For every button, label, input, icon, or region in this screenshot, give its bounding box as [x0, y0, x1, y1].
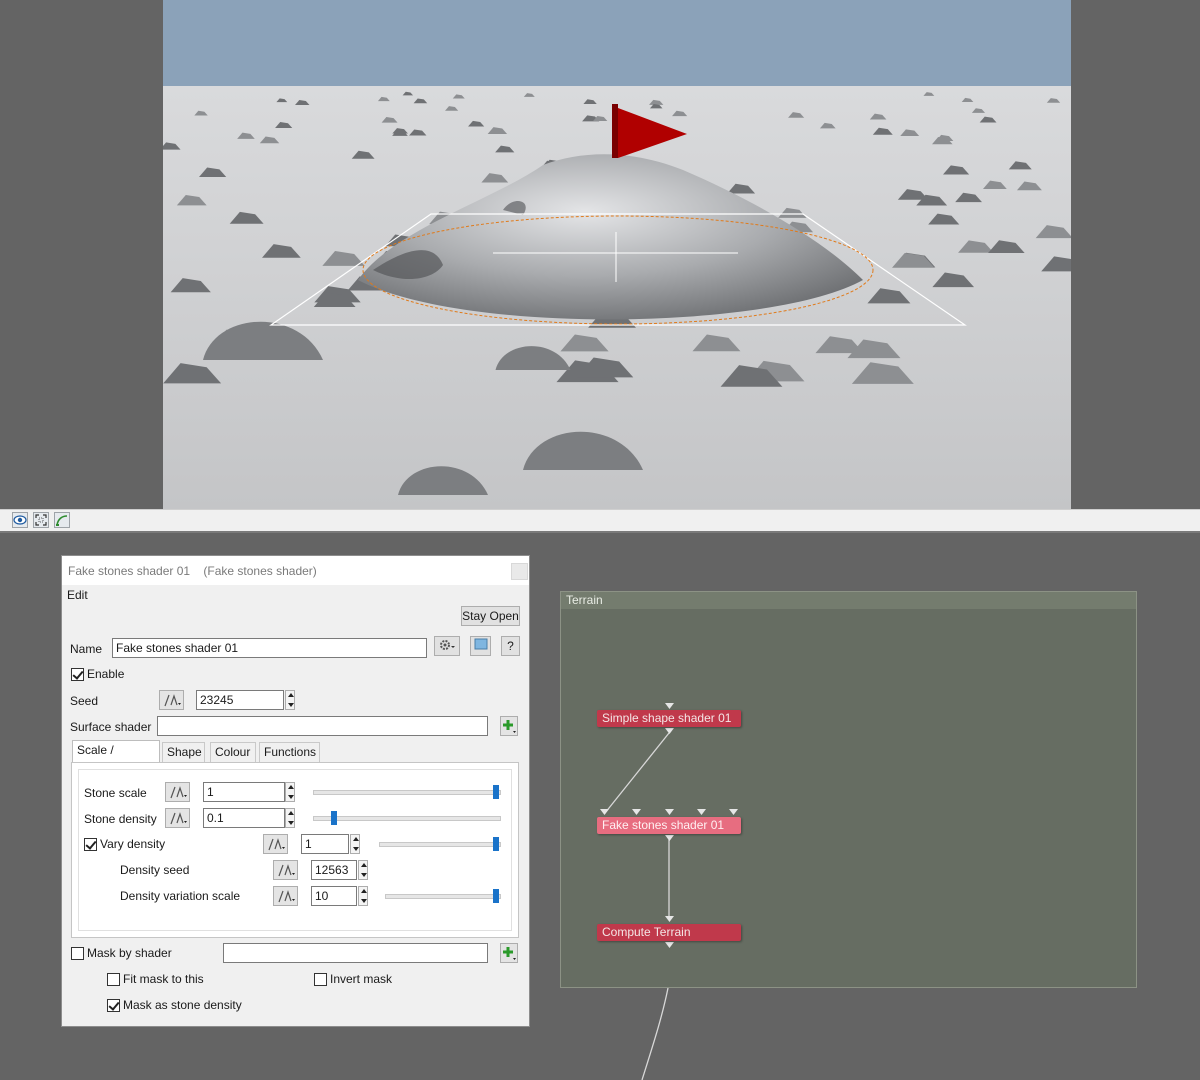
- node-label: Compute Terrain: [602, 925, 691, 939]
- density-variation-scale-slider[interactable]: [385, 894, 501, 899]
- function-icon[interactable]: [273, 886, 298, 906]
- vary-density-thumb[interactable]: [493, 837, 499, 851]
- node-simple-shape-shader[interactable]: Simple shape shader 01: [597, 710, 741, 727]
- mask-by-shader-label: Mask by shader: [87, 946, 172, 960]
- stay-open-label: Stay Open: [462, 609, 519, 623]
- mask-shader-field[interactable]: [223, 943, 488, 963]
- invert-mask-label: Invert mask: [330, 972, 393, 986]
- vary-density-spinner[interactable]: [350, 834, 360, 854]
- viewport-toolbar: [0, 509, 1200, 532]
- node-compute-terrain[interactable]: Compute Terrain: [597, 924, 741, 941]
- density-seed-label: Density seed: [120, 863, 190, 877]
- function-icon[interactable]: [165, 808, 190, 828]
- node-label: Simple shape shader 01: [602, 711, 732, 725]
- density-variation-scale-spinner[interactable]: [358, 886, 368, 906]
- mask-by-shader-checkbox[interactable]: [71, 947, 84, 960]
- name-label: Name: [70, 642, 103, 656]
- tab-shape[interactable]: Shape: [162, 742, 205, 762]
- node-fake-stones-shader[interactable]: Fake stones shader 01: [597, 817, 741, 834]
- function-icon[interactable]: [263, 834, 288, 854]
- dialog-titlebar[interactable]: Fake stones shader 01 (Fake stones shade…: [62, 556, 529, 585]
- tab-panel: Stone scale 1 Stone density 0.1 Vary den…: [71, 762, 519, 938]
- stone-scale-input[interactable]: 1: [203, 782, 285, 802]
- divider: [0, 531, 1200, 533]
- tab-panel-inner: Stone scale 1 Stone density 0.1 Vary den…: [78, 769, 512, 931]
- stone-density-input[interactable]: 0.1: [203, 808, 285, 828]
- terrain-render: [163, 0, 1071, 509]
- seed-label: Seed: [70, 694, 99, 708]
- menu-edit-label: Edit: [67, 588, 88, 602]
- tab-functions[interactable]: Functions: [259, 742, 320, 762]
- stone-scale-thumb[interactable]: [493, 785, 499, 799]
- stay-open-button[interactable]: Stay Open: [461, 606, 520, 626]
- stone-scale-label: Stone scale: [84, 786, 147, 800]
- 3d-viewport[interactable]: [163, 0, 1071, 509]
- seed-spinner[interactable]: [285, 690, 295, 710]
- tab-scale-density[interactable]: Scale / Density: [72, 740, 160, 776]
- node-network-panel[interactable]: Terrain Simple shape shader 01 Fake ston…: [560, 591, 1137, 988]
- vary-density-label: Vary density: [100, 837, 166, 851]
- enable-label: Enable: [87, 667, 125, 681]
- shader-dialog: Fake stones shader 01 (Fake stones shade…: [61, 555, 530, 1027]
- help-button[interactable]: ?: [501, 636, 520, 656]
- tab-colour[interactable]: Colour: [210, 742, 256, 762]
- tab-label: Colour: [215, 745, 251, 759]
- preview-icon[interactable]: [470, 636, 491, 656]
- vary-density-input[interactable]: 1: [301, 834, 349, 854]
- dialog-title: Fake stones shader 01 (Fake stones shade…: [68, 564, 317, 578]
- output-connection: [641, 988, 669, 1080]
- node-label: Fake stones shader 01: [602, 818, 725, 832]
- invert-mask-checkbox[interactable]: [314, 973, 327, 986]
- mask-as-density-checkbox[interactable]: [107, 999, 120, 1012]
- fit-mask-label: Fit mask to this: [123, 972, 204, 986]
- tab-label: Shape: [167, 745, 202, 759]
- vary-density-checkbox[interactable]: [84, 838, 97, 851]
- stone-scale-slider[interactable]: [313, 790, 501, 795]
- surface-shader-label: Surface shader: [70, 720, 152, 734]
- enable-checkbox[interactable]: [71, 668, 84, 681]
- density-variation-scale-label: Density variation scale: [120, 889, 241, 903]
- surface-shader-field[interactable]: [157, 716, 488, 736]
- stone-density-slider[interactable]: [313, 816, 501, 821]
- stone-density-spinner[interactable]: [285, 808, 295, 828]
- mask-as-density-label: Mask as stone density: [123, 998, 242, 1012]
- close-button[interactable]: [511, 563, 528, 580]
- stone-density-label: Stone density: [84, 812, 157, 826]
- name-input[interactable]: Fake stones shader 01: [112, 638, 427, 658]
- curve-icon[interactable]: [54, 512, 70, 528]
- vary-density-slider[interactable]: [379, 842, 501, 847]
- density-variation-scale-thumb[interactable]: [493, 889, 499, 903]
- density-seed-input[interactable]: 12563: [311, 860, 357, 880]
- function-icon[interactable]: [273, 860, 298, 880]
- add-mask-shader-icon[interactable]: [500, 943, 518, 963]
- stone-scale-spinner[interactable]: [285, 782, 295, 802]
- fit-mask-checkbox[interactable]: [107, 973, 120, 986]
- frame-icon[interactable]: [33, 512, 49, 528]
- function-icon[interactable]: [165, 782, 190, 802]
- gear-icon[interactable]: [434, 636, 460, 656]
- eye-icon[interactable]: [12, 512, 28, 528]
- menu-edit[interactable]: Edit: [67, 588, 88, 602]
- seed-input[interactable]: 23245: [196, 690, 284, 710]
- stone-density-thumb[interactable]: [331, 811, 337, 825]
- add-shader-icon[interactable]: [500, 716, 518, 736]
- density-seed-spinner[interactable]: [358, 860, 368, 880]
- density-variation-scale-input[interactable]: 10: [311, 886, 357, 906]
- sky: [163, 0, 1071, 86]
- help-label: ?: [507, 639, 514, 653]
- function-icon[interactable]: [159, 690, 184, 710]
- tab-label: Functions: [264, 745, 317, 759]
